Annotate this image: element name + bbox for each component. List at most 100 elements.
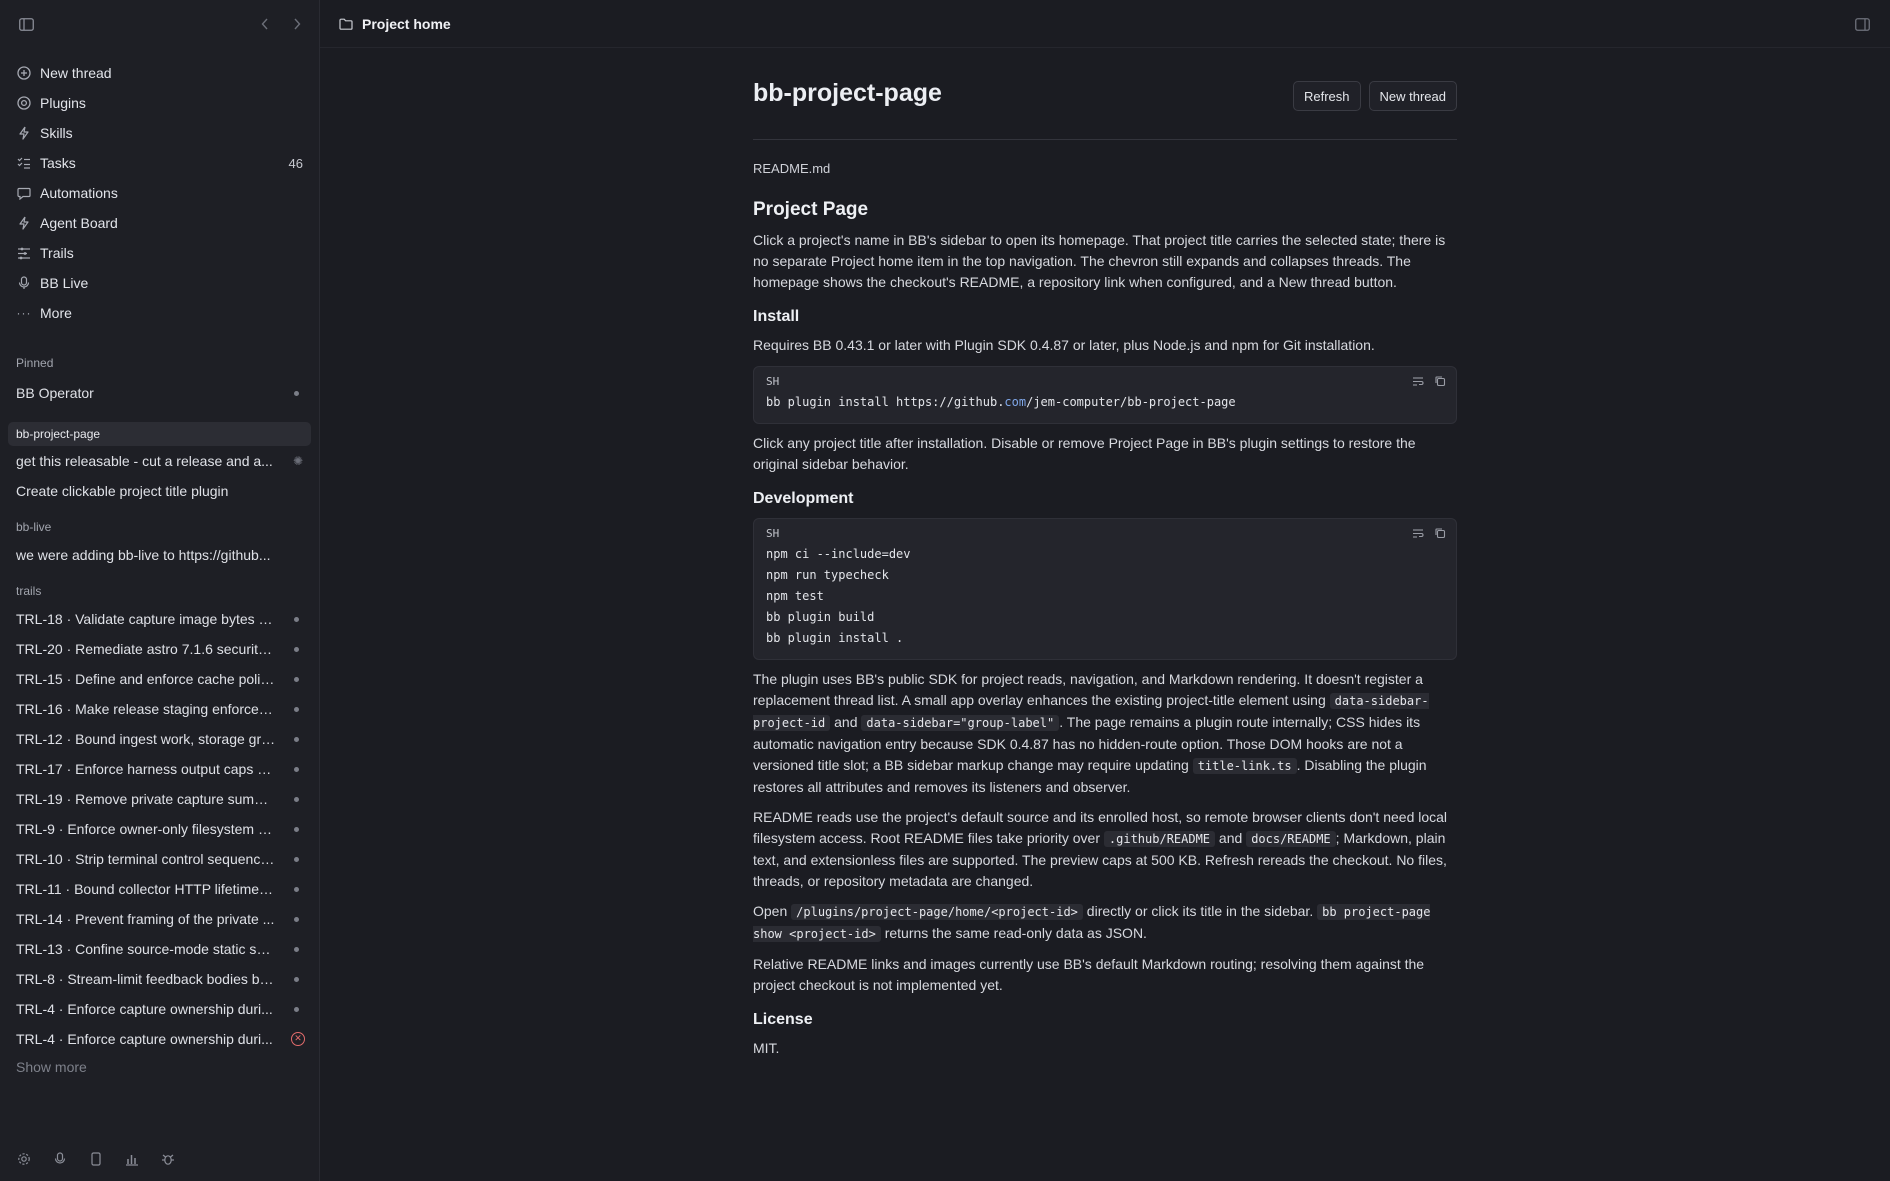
thread-item[interactable]: TRL-16 · Make release staging enforce b.… [0,694,319,724]
thread-title: TRL-13 · Confine source-mode static ser.… [16,941,276,957]
thread-item[interactable]: TRL-9 · Enforce owner-only filesystem b.… [0,814,319,844]
status-dot [294,617,299,622]
project-group-trails[interactable]: trails [0,580,319,602]
thread-title: TRL-4 · Enforce capture ownership duri..… [16,1001,273,1017]
thread-item[interactable]: TRL-10 · Strip terminal control sequence… [0,844,319,874]
nav-label: Agent Board [40,215,118,231]
bar-chart-icon[interactable] [124,1151,140,1167]
plugin-icon [16,95,32,111]
copy-icon[interactable] [1434,527,1446,539]
install-requirements: Requires BB 0.43.1 or later with Plugin … [753,337,1375,353]
settings-gear-icon[interactable] [16,1151,32,1167]
nav-new-thread[interactable]: New thread [0,58,319,88]
thread-title: TRL-17 · Enforce harness output caps b..… [16,761,276,777]
thread-item[interactable]: get this releasable - cut a release and … [0,446,319,476]
code-text: bb plugin install https://github. [766,395,1005,409]
status-dot [294,947,299,952]
tasks-count-badge: 46 [288,155,303,171]
nav-more[interactable]: ··· More [0,298,319,328]
thread-item[interactable]: TRL-17 · Enforce harness output caps b..… [0,754,319,784]
readme-paragraph: Open /plugins/project-page/home/<project… [753,901,1457,945]
pinned-thread[interactable]: BB Operator [0,378,319,408]
microphone-icon[interactable] [52,1151,68,1167]
thread-item[interactable]: TRL-8 · Stream-limit feedback bodies be.… [0,964,319,994]
nav-automations[interactable]: Automations [0,178,319,208]
pinned-section-label: Pinned [16,356,54,370]
nav-label: Plugins [40,95,86,111]
nav-label: Skills [40,125,73,141]
thread-item[interactable]: TRL-13 · Confine source-mode static ser.… [0,934,319,964]
nav-label: More [40,305,72,321]
thread-item[interactable]: TRL-15 · Define and enforce cache polic.… [0,664,319,694]
status-dot [294,737,299,742]
error-icon: ✕ [291,1032,305,1046]
forward-arrow-icon[interactable] [287,14,307,34]
nav-label: BB Live [40,275,89,291]
toggle-sidebar-icon[interactable] [16,14,36,34]
install-code-block: SH bb plugin install https://github.com/… [753,366,1457,424]
thread-item[interactable]: TRL-19 · Remove private capture summa... [0,784,319,814]
thread-title: TRL-19 · Remove private capture summa... [16,791,276,807]
status-dot [294,1007,299,1012]
nav-label: Automations [40,185,118,201]
copy-icon[interactable] [1434,375,1446,387]
thread-item[interactable]: TRL-14 · Prevent framing of the private … [0,904,319,934]
show-more-link[interactable]: Show more [0,1054,319,1080]
code-text: /jem-computer/bb-project-page [1026,395,1236,409]
chat-icon [16,185,32,201]
readme-paragraph: The plugin uses BB's public SDK for proj… [753,669,1457,798]
code-line: npm test [766,589,824,603]
thread-title: get this releasable - cut a release and … [16,453,273,469]
project-group-bb-project-page[interactable]: bb-project-page [8,422,311,446]
breadcrumb: Project home [362,15,451,32]
readme-paragraph: README reads use the project's default s… [753,807,1457,892]
inline-code: .github/README [1103,831,1216,847]
page-header: bb-project-page Refresh New thread [753,48,1457,140]
toggle-right-panel-icon[interactable] [1852,14,1872,34]
thread-title: TRL-12 · Bound ingest work, storage gro.… [16,731,276,747]
nav-skills[interactable]: Skills [0,118,319,148]
code-line: npm ci --include=dev [766,547,911,561]
thread-item[interactable]: TRL-20 · Remediate astro 7.1.6 security … [0,634,319,664]
nav-tasks[interactable]: Tasks 46 [0,148,319,178]
install-note: Click any project title after installati… [753,435,1416,472]
status-dot [294,797,299,802]
bug-icon[interactable] [160,1151,176,1167]
top-bar: Project home [320,0,1890,48]
wrap-lines-icon[interactable] [1412,527,1424,539]
project-group-bb-live[interactable]: bb-live [0,516,319,538]
thread-title: TRL-16 · Make release staging enforce b.… [16,701,276,717]
device-icon[interactable] [88,1151,104,1167]
loading-spinner-icon: ✺ [292,454,304,468]
thread-item[interactable]: Create clickable project title plugin [0,476,319,506]
thread-item[interactable]: TRL-12 · Bound ingest work, storage gro.… [0,724,319,754]
refresh-button[interactable]: Refresh [1292,81,1361,111]
thread-item[interactable]: TRL-11 · Bound collector HTTP lifetimes … [0,874,319,904]
page-title: bb-project-page [753,79,942,107]
back-arrow-icon[interactable] [255,14,275,34]
thread-title: TRL-15 · Define and enforce cache polic.… [16,671,276,687]
wrap-lines-icon[interactable] [1412,375,1424,387]
text: Open [753,903,792,919]
thread-title: TRL-20 · Remediate astro 7.1.6 security … [16,641,276,657]
readme-filename: README.md [753,161,831,176]
thread-item[interactable]: TRL-4 · Enforce capture ownership duri..… [0,1024,319,1054]
thread-item[interactable]: TRL-4 · Enforce capture ownership duri..… [0,994,319,1024]
sidebar: New thread Plugins Skills Tasks 46 Autom… [0,0,320,1181]
nav-agent-board[interactable]: Agent Board [0,208,319,238]
nav-label: Tasks [40,155,76,171]
nav-trails[interactable]: Trails [0,238,319,268]
thread-item[interactable]: we were adding bb-live to https://github… [0,540,319,570]
status-dot [294,707,299,712]
thread-title: Create clickable project title plugin [16,483,229,499]
thread-item[interactable]: TRL-18 · Validate capture image bytes a.… [0,604,319,634]
nav-bb-live[interactable]: BB Live [0,268,319,298]
code-line: npm run typecheck [766,568,889,582]
code-line: bb plugin build [766,610,875,624]
code-content: bb plugin install https://github.com/jem… [766,392,1444,413]
project-home-content: bb-project-page Refresh New thread READM… [753,48,1457,1059]
new-thread-button[interactable]: New thread [1368,81,1457,111]
plus-circle-icon [16,65,32,81]
nav-plugins[interactable]: Plugins [0,88,319,118]
code-highlight: com [1004,395,1027,409]
